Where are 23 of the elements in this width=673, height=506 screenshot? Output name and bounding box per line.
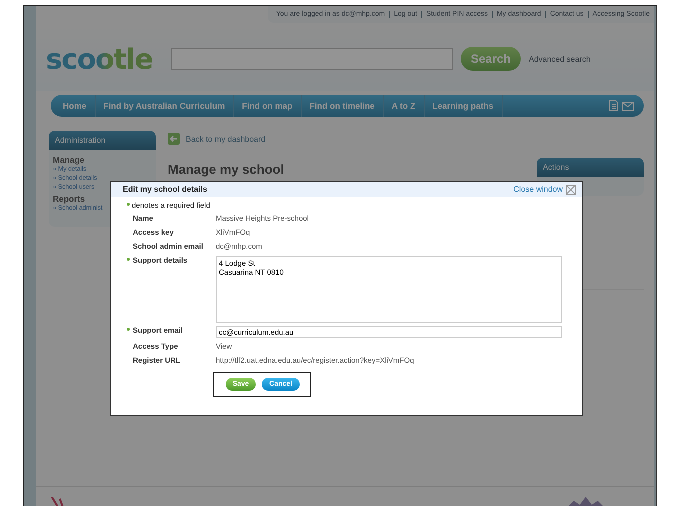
- required-asterisk-icon: [127, 203, 130, 206]
- advanced-search-link[interactable]: Advanced search: [529, 54, 591, 64]
- panel-title: Administration: [49, 131, 156, 150]
- nav-link[interactable]: Find on timeline: [302, 95, 384, 117]
- nav-link[interactable]: Home: [55, 95, 96, 117]
- nav-link[interactable]: Learning paths: [424, 95, 503, 117]
- document-icon[interactable]: [609, 100, 619, 112]
- dialog-title: Edit my school details: [123, 185, 208, 194]
- search-button[interactable]: Search: [461, 47, 521, 71]
- close-icon[interactable]: [566, 184, 576, 194]
- back-link[interactable]: Back to my dashboard: [186, 134, 266, 144]
- section-heading: Manage: [53, 155, 86, 165]
- footer-logo-icon: [568, 497, 604, 506]
- back-arrow-icon[interactable]: [168, 133, 180, 145]
- panel-title: Actions: [537, 158, 644, 177]
- search-field[interactable]: [171, 48, 453, 70]
- close-window-link[interactable]: Close window: [514, 185, 563, 194]
- nav-link[interactable]: Find on map: [234, 95, 302, 117]
- page-heading: Manage my school: [168, 163, 284, 177]
- section-heading: Reports: [53, 194, 86, 204]
- nav-link[interactable]: A to Z: [384, 95, 425, 117]
- nav-link[interactable]: Find by Australian Curriculum: [96, 95, 234, 117]
- mail-icon[interactable]: [622, 102, 634, 110]
